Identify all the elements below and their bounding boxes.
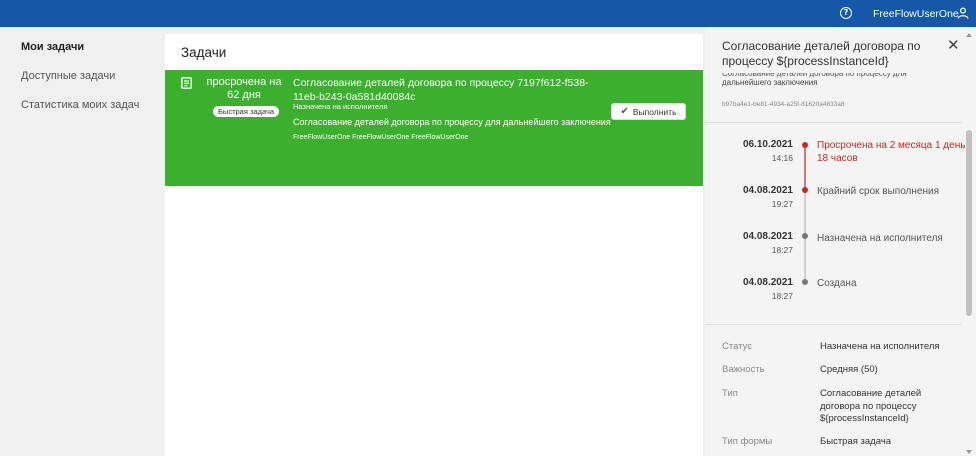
task-status: Назначена на исполнителя xyxy=(293,102,388,111)
property-value: Назначена на исполнителя xyxy=(820,341,940,352)
timeline-date: 04.08.2021 xyxy=(742,185,793,196)
task-list-panel: Задачи просрочена на 62 дня Быстрая зада… xyxy=(165,34,703,456)
property-value: Быстрая задача xyxy=(820,436,892,447)
timeline-date: 04.08.2021 xyxy=(742,277,793,288)
timeline-time: 18:27 xyxy=(771,291,793,301)
scroll-up-icon[interactable] xyxy=(966,33,972,37)
property-label: Тип xyxy=(722,388,738,399)
details-title: Согласование деталей договора по процесс… xyxy=(722,39,921,68)
task-type-badge: Быстрая задача xyxy=(213,106,280,117)
task-title: Согласование деталей договора по процесс… xyxy=(293,77,589,103)
divider xyxy=(705,324,961,325)
task-row[interactable]: просрочена на 62 дня Быстрая задача Согл… xyxy=(165,70,703,186)
sidebar-item-my-tasks[interactable]: Мои задачи xyxy=(21,41,84,53)
user-icon[interactable] xyxy=(957,7,969,19)
help-circle-icon[interactable]: ? xyxy=(840,7,852,19)
execute-button[interactable]: ✔ Выполнить xyxy=(611,103,686,120)
task-description: Согласование деталей договора по процесс… xyxy=(293,117,611,127)
timeline-dot xyxy=(802,279,808,285)
page-title: Задачи xyxy=(181,45,227,60)
timeline-date: 06.10.2021 xyxy=(742,139,793,150)
timeline-event: Создана xyxy=(817,278,857,289)
timeline-event: Назначена на исполнителя xyxy=(817,233,943,244)
details-description: Согласование деталей договора по процесс… xyxy=(722,73,952,88)
timeline-dot xyxy=(802,233,808,239)
details-scrollbar[interactable] xyxy=(964,30,974,456)
property-label: Тип формы xyxy=(722,436,773,447)
sidebar-item-task-statistics[interactable]: Статистика моих задач xyxy=(21,99,139,111)
timeline-time: 19:27 xyxy=(771,199,793,209)
timeline-connector xyxy=(804,148,806,190)
divider xyxy=(705,122,961,123)
checkmark-icon: ✔ xyxy=(620,106,629,117)
timeline-time: 18:27 xyxy=(771,245,793,255)
task-users: FreeFlowUserOne FreeFlowUserOne FreeFlow… xyxy=(293,134,469,141)
top-bar: ? FreeFlowUserOne xyxy=(0,0,976,27)
property-value: Средняя (50) xyxy=(820,364,878,375)
property-label: Статус xyxy=(722,341,753,352)
timeline-event: Крайний срок выполнения xyxy=(817,186,939,197)
timeline-time: 14:16 xyxy=(771,153,793,163)
timeline-dot xyxy=(802,142,808,148)
scroll-thumb[interactable] xyxy=(966,130,972,316)
close-icon[interactable]: ✕ xyxy=(947,36,960,54)
sidebar-item-available-tasks[interactable]: Доступные задачи xyxy=(21,70,115,82)
document-icon xyxy=(181,77,192,89)
details-description-line: дальнейшего заключения xyxy=(722,78,818,87)
property-value: Согласование деталей договора по процесс… xyxy=(820,388,922,424)
scroll-down-icon[interactable] xyxy=(966,450,972,454)
process-id: b97ba4e1-be81-4934-a25f-81620a4833a8 xyxy=(722,101,845,108)
username-link[interactable]: FreeFlowUserOne xyxy=(873,8,959,20)
timeline-date: 04.08.2021 xyxy=(742,231,793,242)
timeline-dot xyxy=(802,187,808,193)
execute-button-label: Выполнить xyxy=(632,106,677,117)
property-label: Важность xyxy=(722,364,765,375)
timeline-event: Просрочена на 2 месяца 1 день 18 часов xyxy=(817,140,966,164)
overdue-indicator: просрочена на 62 дня xyxy=(206,76,282,101)
task-details-panel: Согласование деталей договора по процесс… xyxy=(705,27,976,456)
